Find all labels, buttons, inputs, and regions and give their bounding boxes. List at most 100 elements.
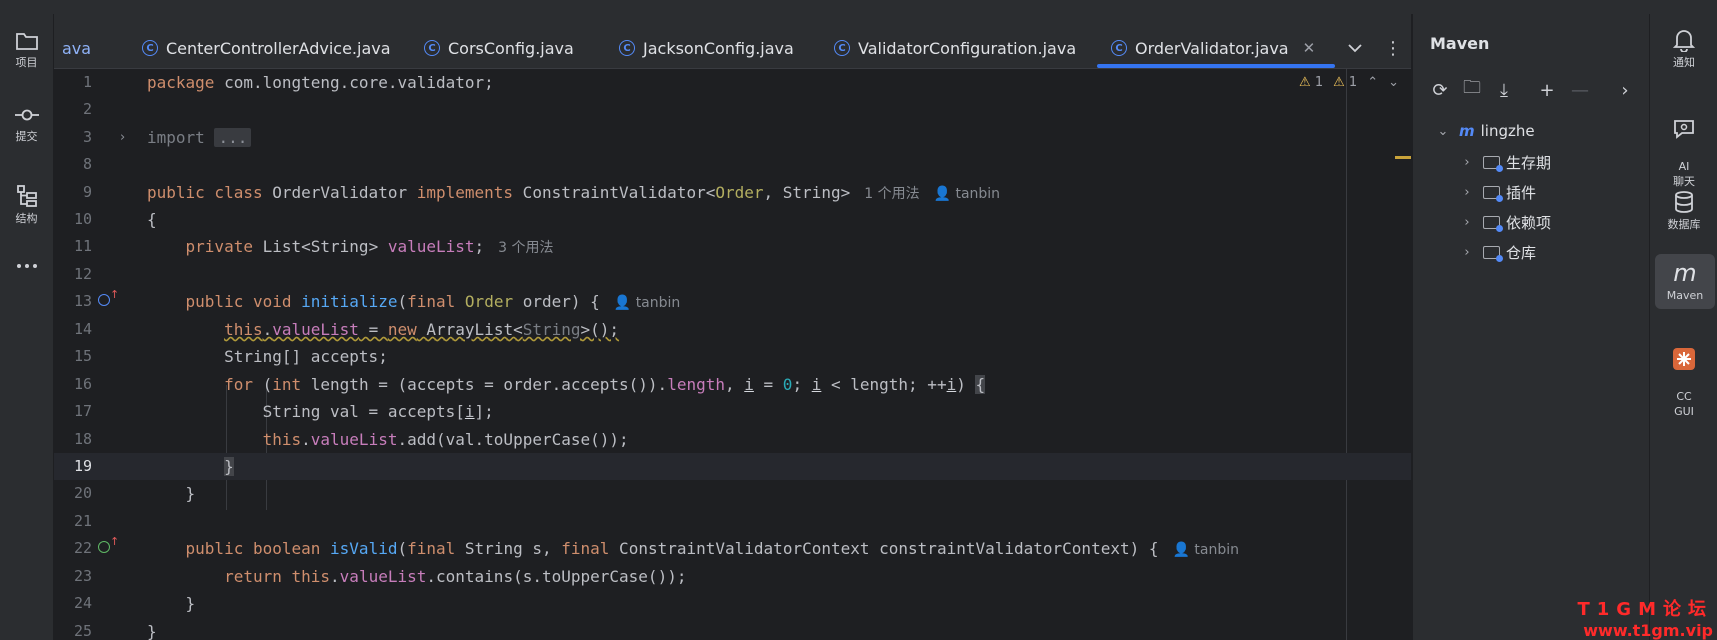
tab-partial[interactable]: ava (62, 28, 91, 68)
code-line: 8 (54, 151, 1411, 178)
maven-icon: m (1459, 122, 1475, 140)
download-sources-button[interactable]: ⤓ (1492, 78, 1516, 102)
code-line: 11 private List<String> valueList; 3 个用法 (54, 233, 1411, 260)
tree-item-label: 生存期 (1506, 154, 1552, 172)
line-number: 15 (73, 347, 92, 365)
database-tool-button[interactable]: 数据库 (1650, 190, 1717, 232)
dependencies-folder-icon (1483, 216, 1503, 232)
maven-icon: m (1673, 259, 1697, 287)
usages-hint[interactable]: 1 个用法 (864, 186, 919, 202)
tab-label: OrderValidator.java (1135, 38, 1289, 58)
tab-label: JacksonConfig.java (643, 38, 794, 58)
tab-center-controller-advice[interactable]: C CenterControllerAdvice.java (142, 28, 391, 68)
line-number: 23 (73, 567, 92, 585)
reload-folder-icon: 🗀 (1463, 77, 1481, 98)
implements-gutter-icon[interactable] (98, 294, 110, 306)
code-line: 21 (54, 508, 1411, 535)
project-tool-button[interactable]: 项目 (0, 30, 53, 70)
code-line: 10 { (54, 206, 1411, 233)
maven-tool-window: Maven ⟳ 🗀 ⤓ + — › ⌄ m lingzhe › 生存期 › 插件… (1412, 14, 1649, 640)
line-number: 22 (73, 539, 92, 557)
cc-gui-tool-button[interactable]: CC GUI (1650, 332, 1717, 419)
bell-icon (1673, 30, 1695, 52)
java-class-icon: C (619, 40, 635, 56)
commit-tool-button[interactable]: 提交 (0, 104, 53, 144)
code-line: 20 } (54, 480, 1411, 507)
ai-chat-tool-button[interactable]: AI 聊天 (1650, 102, 1717, 189)
structure-icon (16, 185, 37, 207)
minus-icon: — (1571, 79, 1589, 101)
java-class-icon: C (142, 40, 158, 56)
tab-cors-config[interactable]: C CorsConfig.java (424, 28, 574, 68)
maven-title: Maven (1430, 34, 1490, 53)
tree-item-repositories[interactable]: › 仓库 (1459, 242, 1536, 263)
right-tool-sidebar: 通知 AI 聊天 数据库 m Maven CC GUI (1649, 14, 1717, 640)
java-class-icon: C (834, 40, 850, 56)
tab-jackson-config[interactable]: C JacksonConfig.java (619, 28, 794, 68)
more-tools-button[interactable] (0, 262, 53, 272)
code-line-current: 19 } (54, 453, 1411, 480)
notifications-tool-button[interactable]: 通知 (1650, 28, 1717, 70)
line-number: 14 (73, 320, 92, 338)
code-editor[interactable]: ⚠ 1 ⚠ 1 ⌃ ⌄ 1 package com.longteng.core.v… (54, 69, 1411, 640)
chevron-right-icon[interactable]: › (1459, 245, 1475, 260)
usages-hint[interactable]: 3 个用法 (498, 240, 553, 256)
add-project-button[interactable]: + (1535, 78, 1559, 102)
chevron-right-icon[interactable]: › (1459, 155, 1475, 170)
tree-item-lifecycle[interactable]: › 生存期 (1459, 152, 1551, 173)
repositories-folder-icon (1483, 246, 1503, 262)
tab-more-menu[interactable]: ⋮ (1384, 28, 1402, 68)
maven-tool-button[interactable]: m Maven (1655, 254, 1715, 309)
implements-gutter-icon[interactable] (98, 541, 110, 553)
code-text: } (147, 622, 157, 640)
folder-icon (15, 33, 38, 50)
line-number: 18 (73, 430, 92, 448)
maven-project-root[interactable]: ⌄ m lingzhe (1435, 122, 1535, 140)
tab-validator-configuration[interactable]: C ValidatorConfiguration.java (834, 28, 1076, 68)
line-number: 1 (82, 73, 92, 91)
code-line: 15 String[] accepts; (54, 343, 1411, 370)
chevron-right-icon[interactable]: › (1459, 185, 1475, 200)
watermark: T1GM论坛 www.t1gm.vip (1578, 595, 1714, 640)
remove-project-button[interactable]: — (1568, 78, 1592, 102)
line-number: 13 (73, 292, 92, 310)
tree-item-label: 仓库 (1506, 244, 1537, 262)
watermark-url: www.t1gm.vip (1583, 621, 1713, 640)
download-icon: ⤓ (1500, 79, 1508, 101)
close-tab-icon[interactable]: ✕ (1303, 39, 1316, 57)
code-text: String[] accepts; (147, 347, 388, 366)
chevron-right-icon[interactable]: › (1459, 215, 1475, 230)
code-line: 22 ↑ public boolean isValid(final String … (54, 535, 1411, 562)
code-text: } (147, 594, 196, 613)
commit-icon (14, 109, 39, 121)
author-hint[interactable]: 👤 tanbin (614, 295, 680, 311)
code-text: String val = accepts[i]; (147, 402, 494, 421)
author-hint[interactable]: 👤 tanbin (934, 186, 1000, 202)
line-number: 2 (82, 100, 92, 118)
more-toolbar-button[interactable]: › (1613, 78, 1637, 102)
line-number: 9 (82, 183, 92, 201)
reload-all-button[interactable]: ⟳ (1428, 78, 1452, 102)
code-text: for (int length = (accepts = order.accep… (224, 375, 986, 394)
code-text: public boolean isValid(final String s, f… (185, 539, 1239, 558)
tab-list-dropdown[interactable] (1348, 28, 1362, 68)
chevron-down-icon[interactable]: ⌄ (1435, 124, 1451, 139)
scrollbar-marker[interactable] (1395, 156, 1411, 159)
fold-expand-icon[interactable]: › (120, 124, 125, 151)
code-line: 3 › import ... (54, 124, 1411, 151)
more-icon (16, 264, 37, 268)
project-tool-label: 项目 (15, 56, 38, 69)
code-text: public class OrderValidator implements C… (147, 183, 1001, 202)
code-line: 16 for (int length = (accepts = order.ac… (54, 371, 1411, 398)
reload-folder-button[interactable]: 🗀 (1460, 77, 1484, 102)
tab-order-validator[interactable]: C OrderValidator.java ✕ (1096, 28, 1336, 68)
author-hint[interactable]: 👤 tanbin (1173, 542, 1239, 558)
structure-tool-button[interactable]: 结构 (0, 184, 53, 226)
notifications-label: 通知 (1673, 56, 1695, 69)
code-text: { (147, 210, 157, 229)
line-number: 11 (73, 237, 92, 255)
code-text: package com.longteng.core.validator; (147, 73, 494, 92)
plugins-folder-icon (1483, 186, 1503, 202)
tree-item-dependencies[interactable]: › 依赖项 (1459, 212, 1551, 233)
tree-item-plugins[interactable]: › 插件 (1459, 182, 1536, 203)
